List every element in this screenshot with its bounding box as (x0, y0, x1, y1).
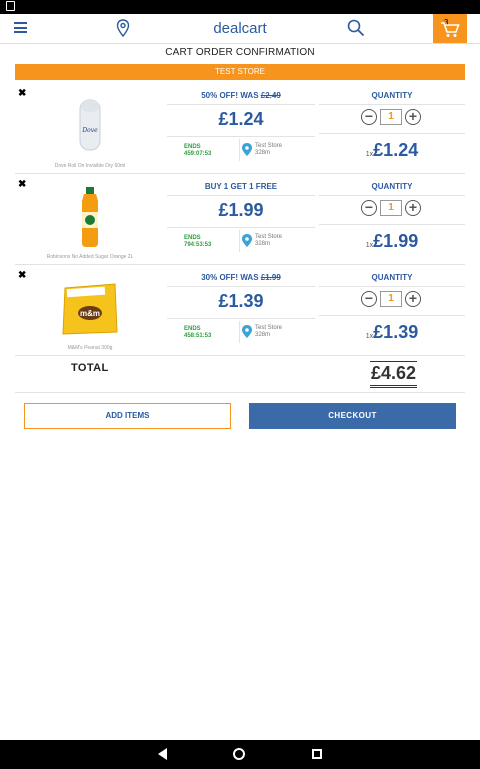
increase-quantity-button[interactable]: + (405, 291, 421, 307)
decrease-quantity-button[interactable]: − (361, 109, 377, 125)
cart-icon (441, 22, 460, 37)
quantity-label: QUANTITY (319, 182, 465, 196)
quantity-stepper: − 1 + (319, 291, 465, 309)
store-pin-icon (242, 143, 252, 156)
quantity-stepper: − 1 + (319, 109, 465, 127)
total-label: TOTAL (71, 362, 109, 374)
deal-ends: ENDS 458:51:53 (184, 326, 212, 339)
increase-quantity-button[interactable]: + (405, 200, 421, 216)
deal-ends: ENDS 794:53:53 (184, 235, 212, 248)
deal-label: BUY 1 GET 1 FREE (167, 182, 315, 196)
checkout-button[interactable]: CHECKOUT (249, 403, 456, 429)
quantity-label: QUANTITY (319, 273, 465, 287)
decrease-quantity-button[interactable]: − (361, 291, 377, 307)
remove-item-icon[interactable]: ✖ (18, 270, 26, 281)
svg-text:m&m: m&m (80, 309, 100, 318)
app-logo[interactable]: dealcart (0, 20, 480, 37)
deal-ends: ENDS 459:07:53 (184, 144, 212, 157)
search-icon[interactable] (347, 19, 365, 37)
quantity-field[interactable]: 1 (380, 291, 402, 307)
item-subtotal: 1x£1.39 (365, 322, 419, 342)
deal-price: £1.24 (167, 109, 315, 137)
back-icon[interactable] (158, 748, 167, 760)
total-value: £4.62 (370, 361, 418, 388)
original-price: £1.99 (260, 273, 281, 282)
store-info[interactable]: Test Store 328m (242, 143, 282, 157)
cart-item: ✖ Dove Dove Roll On Invisible Dry 50ml 5… (15, 84, 465, 174)
product-name: Robinsons No Added Sugar Orange 2L (46, 254, 134, 260)
deal-label: 30% OFF! WAS £1.99 (167, 273, 315, 287)
store-pin-icon (242, 325, 252, 338)
cart-button[interactable]: 3 (433, 14, 467, 43)
store-header: TEST STORE (15, 64, 465, 80)
status-bar: 4G 1:58 (0, 0, 480, 52)
svg-text:Dove: Dove (81, 127, 98, 134)
item-subtotal: 1x£1.99 (365, 231, 419, 251)
product-name: M&M's Peanut 300g (67, 345, 113, 351)
quantity-field[interactable]: 1 (380, 109, 402, 125)
deal-label: 50% OFF! WAS £2.49 (167, 91, 315, 105)
deal-price: £1.99 (167, 200, 315, 228)
total-row: TOTAL £4.62 (15, 356, 465, 393)
product-image: m&m (62, 283, 118, 335)
page-title: CART ORDER CONFIRMATION (165, 47, 315, 58)
deal-price: £1.39 (167, 291, 315, 319)
store-pin-icon (242, 234, 252, 247)
product-name: Dove Roll On Invisible Dry 50ml (54, 163, 126, 169)
original-price: £2.49 (260, 91, 281, 100)
quantity-field[interactable]: 1 (380, 200, 402, 216)
item-subtotal: 1x£1.24 (365, 140, 419, 160)
add-items-button[interactable]: ADD ITEMS (24, 403, 231, 429)
home-icon[interactable] (233, 748, 245, 760)
sim-icon (6, 1, 15, 11)
product-image: Dove (79, 99, 101, 151)
remove-item-icon[interactable]: ✖ (18, 179, 26, 190)
store-info[interactable]: Test Store 328m (242, 234, 282, 248)
quantity-stepper: − 1 + (319, 200, 465, 218)
app-bar: dealcart 3 (0, 14, 480, 44)
quantity-label: QUANTITY (319, 91, 465, 105)
store-info[interactable]: Test Store 328m (242, 325, 282, 339)
increase-quantity-button[interactable]: + (405, 109, 421, 125)
cart-item: ✖ Robinsons No Added Sugar Orange 2L BUY… (15, 175, 465, 265)
product-image (82, 187, 98, 247)
recent-apps-icon[interactable] (312, 749, 322, 759)
decrease-quantity-button[interactable]: − (361, 200, 377, 216)
cart-item: ✖ m&m M&M's Peanut 300g 30% OFF! WAS £1.… (15, 266, 465, 356)
remove-item-icon[interactable]: ✖ (18, 88, 26, 99)
system-nav-bar (0, 740, 480, 769)
